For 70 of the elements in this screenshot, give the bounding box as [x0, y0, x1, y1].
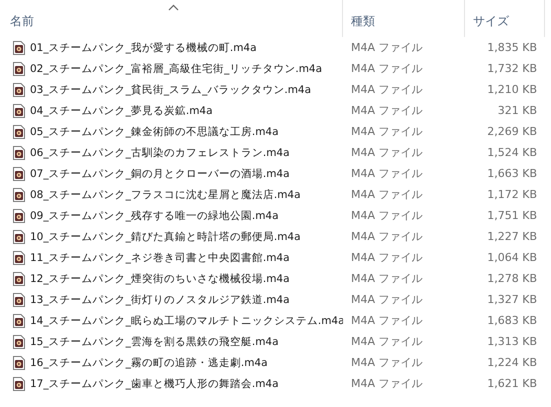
file-name[interactable]: 10_スチームパンク_錆びた真鍮と時計塔の郵便局.m4a	[30, 230, 301, 244]
file-name[interactable]: 08_スチームパンク_フラスコに沈む星屑と魔法店.m4a	[30, 188, 301, 202]
file-type: M4A ファイル	[350, 271, 424, 286]
column-header[interactable]: 名前	[10, 13, 34, 30]
file-size: 1,210 KB	[486, 83, 538, 96]
audio-file-icon	[13, 376, 25, 390]
file-name[interactable]: 15_スチームパンク_雲海を割る黒鉄の飛空艇.m4a	[30, 334, 279, 348]
file-name[interactable]: 05_スチームパンク_錬金術師の不思議な工房.m4a	[30, 124, 279, 138]
file-size: 1,227 KB	[486, 230, 538, 243]
file-name[interactable]: 04_スチームパンク_夢見る炭鉱.m4a	[30, 104, 213, 118]
file-name[interactable]: 13_スチームパンク_街灯りのノスタルジア鉄道.m4a	[30, 292, 290, 306]
file-size: 1,327 KB	[486, 293, 538, 306]
file-name[interactable]: 12_スチームパンク_煙突街のちいさな機械役場.m4a	[30, 272, 290, 286]
file-type: M4A ファイル	[350, 61, 424, 76]
audio-file-icon	[13, 272, 25, 286]
file-name[interactable]: 03_スチームパンク_貧民街_スラム_バラックタウン.m4a	[30, 82, 312, 96]
audio-file-icon	[13, 334, 25, 348]
file-type: M4A ファイル	[350, 334, 424, 349]
file-name[interactable]: 11_スチームパンク_ネジ巻き司書と中央図書館.m4a	[30, 250, 290, 264]
audio-file-icon	[13, 292, 25, 306]
file-size: 321 KB	[496, 104, 538, 117]
audio-file-icon	[13, 356, 25, 370]
audio-file-icon	[13, 82, 25, 96]
audio-file-icon	[13, 40, 25, 54]
file-name[interactable]: 02_スチームパンク_富裕層_高級住宅街_リッチタウン.m4a	[30, 62, 322, 76]
file-size: 1,172 KB	[486, 188, 538, 201]
file-type: M4A ファイル	[350, 229, 424, 244]
file-type: M4A ファイル	[350, 250, 424, 265]
file-type: M4A ファイル	[350, 40, 424, 55]
file-type: M4A ファイル	[350, 292, 424, 307]
file-size: 1,524 KB	[486, 146, 538, 159]
audio-file-icon	[13, 146, 25, 160]
column-header[interactable]: 種類	[351, 13, 375, 30]
file-size: 1,313 KB	[486, 335, 538, 348]
file-size: 1,751 KB	[486, 209, 538, 222]
file-size: 2,269 KB	[486, 125, 538, 138]
file-type: M4A ファイル	[350, 355, 424, 370]
audio-file-icon	[13, 250, 25, 264]
file-type: M4A ファイル	[350, 124, 424, 139]
audio-file-icon	[13, 208, 25, 222]
file-type: M4A ファイル	[350, 376, 424, 391]
file-type: M4A ファイル	[350, 166, 424, 181]
file-size: 1,064 KB	[486, 251, 538, 264]
file-name[interactable]: 16_スチームパンク_霧の町の追跡・逃走劇.m4a	[30, 356, 268, 370]
audio-file-icon	[13, 314, 25, 328]
file-type: M4A ファイル	[350, 313, 424, 328]
file-size: 1,621 KB	[486, 377, 538, 390]
file-type: M4A ファイル	[350, 187, 424, 202]
file-size: 1,278 KB	[486, 272, 538, 285]
file-name[interactable]: 01_スチームパンク_我が愛する機械の町.m4a	[30, 40, 257, 54]
file-type: M4A ファイル	[350, 103, 424, 118]
audio-file-icon	[13, 124, 25, 138]
file-name[interactable]: 07_スチームパンク_銅の月とクローバーの酒場.m4a	[30, 166, 290, 180]
file-size: 1,663 KB	[486, 167, 538, 180]
column-header[interactable]: サイズ	[473, 13, 509, 30]
file-type: M4A ファイル	[350, 145, 424, 160]
file-size: 1,835 KB	[486, 41, 538, 54]
audio-file-icon	[13, 62, 25, 76]
file-size: 1,224 KB	[486, 356, 538, 369]
file-name[interactable]: 09_スチームパンク_残存する唯一の緑地公園.m4a	[30, 208, 279, 222]
file-name[interactable]: 17_スチームパンク_歯車と機巧人形の舞踏会.m4a	[30, 376, 279, 390]
audio-file-icon	[13, 230, 25, 244]
file-size: 1,683 KB	[486, 314, 538, 327]
file-name[interactable]: 06_スチームパンク_古馴染のカフェレストラン.m4a	[30, 146, 290, 160]
audio-file-icon	[13, 188, 25, 202]
audio-file-icon	[13, 104, 25, 118]
file-size: 1,732 KB	[486, 62, 538, 75]
file-type: M4A ファイル	[350, 82, 424, 97]
file-type: M4A ファイル	[350, 208, 424, 223]
audio-file-icon	[13, 166, 25, 180]
